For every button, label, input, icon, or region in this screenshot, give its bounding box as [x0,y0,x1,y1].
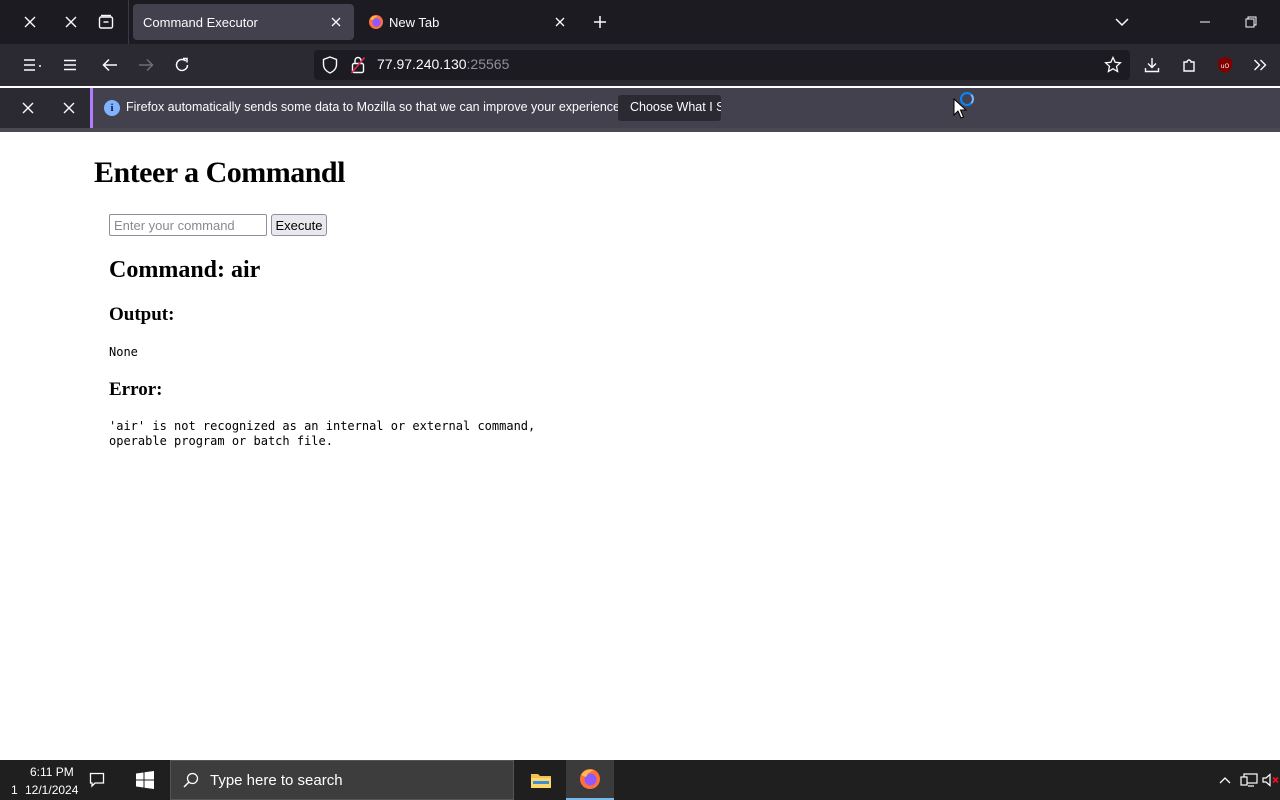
tab-divider [128,0,129,44]
page-title: Enteer a Commandl [94,156,345,189]
volume-muted-icon[interactable] [1261,760,1280,800]
insecure-lock-icon[interactable] [350,56,366,78]
overflow-chevrons-icon[interactable] [1244,49,1276,81]
sidebar-menu-icon[interactable] [17,49,49,81]
error-text: 'air' is not recognized as an internal o… [109,419,536,448]
url-bar[interactable]: 77.97.240.130:25565 [314,50,1130,80]
tab-strip: Command Executor New Tab [0,0,1280,44]
shield-icon[interactable] [322,56,338,78]
clock-date-lead: 1 [11,783,18,797]
search-placeholder: Type here to search [210,772,343,789]
close-icon[interactable] [53,92,85,124]
tab-new-tab[interactable]: New Tab [358,4,578,40]
url-host: 77.97.240.130 [377,56,467,72]
execute-button[interactable]: Execute [271,214,327,236]
svg-text:uO: uO [1221,63,1230,70]
command-heading: Command: air [109,257,261,283]
output-heading: Output: [109,304,175,325]
taskbar-clock[interactable]: 6:11 PM 1 12/1/2024 [0,762,80,798]
firefox-logo-icon [579,768,601,794]
forward-arrow-icon[interactable] [130,49,162,81]
hamburger-menu-icon[interactable] [54,49,86,81]
output-text: None [109,345,138,359]
close-tab-icon[interactable] [328,14,344,30]
back-arrow-icon[interactable] [94,49,126,81]
close-icon[interactable] [14,6,46,38]
reload-icon[interactable] [166,49,198,81]
notification-area: i Firefox automatically sends some data … [0,88,1280,128]
notification-text: Firefox automatically sends some data to… [126,100,624,114]
bookmark-star-icon[interactable] [1104,55,1122,78]
page-content: Enteer a Commandl Execute Command: air O… [0,132,1280,760]
mouse-cursor-icon [953,98,967,119]
show-hidden-icons-chevron-icon[interactable] [1216,760,1234,800]
error-heading: Error: [109,379,163,400]
clock-time: 6:11 PM [30,765,74,779]
close-tab-icon[interactable] [552,14,568,30]
url-port: :25565 [466,56,510,72]
list-all-tabs-icon[interactable] [1106,6,1138,38]
url-text[interactable]: 77.97.240.130:25565 [377,56,509,72]
data-reporting-notification: i Firefox automatically sends some data … [90,88,1280,128]
clock-date: 12/1/2024 [25,783,79,797]
windows-taskbar: 6:11 PM 1 12/1/2024 Type here to search [0,760,1280,800]
firefox-taskbar-button[interactable] [566,760,614,800]
action-center-icon[interactable] [80,760,114,800]
tab-command-executor[interactable]: Command Executor [133,4,354,40]
search-icon [183,772,199,792]
minimize-icon[interactable] [1189,6,1221,38]
firefox-view-icon[interactable] [90,6,122,38]
firefox-logo-icon [368,14,384,30]
network-icon[interactable] [1239,760,1259,800]
restore-icon[interactable] [1235,6,1267,38]
windows-start-icon[interactable] [120,760,170,800]
extensions-icon[interactable] [1173,49,1205,81]
file-explorer-icon[interactable] [517,760,565,800]
tab-title: Command Executor [143,14,258,30]
command-input[interactable] [109,214,267,236]
close-icon[interactable] [12,92,44,124]
taskbar-search-box[interactable]: Type here to search [170,760,514,800]
choose-what-i-share-button[interactable]: Choose What I Sh [618,95,721,121]
close-icon[interactable] [55,6,87,38]
downloads-icon[interactable] [1136,49,1168,81]
tab-title: New Tab [389,14,440,30]
new-tab-icon[interactable] [584,6,616,38]
ublock-origin-icon[interactable]: uO [1209,49,1241,81]
info-icon: i [104,100,120,116]
